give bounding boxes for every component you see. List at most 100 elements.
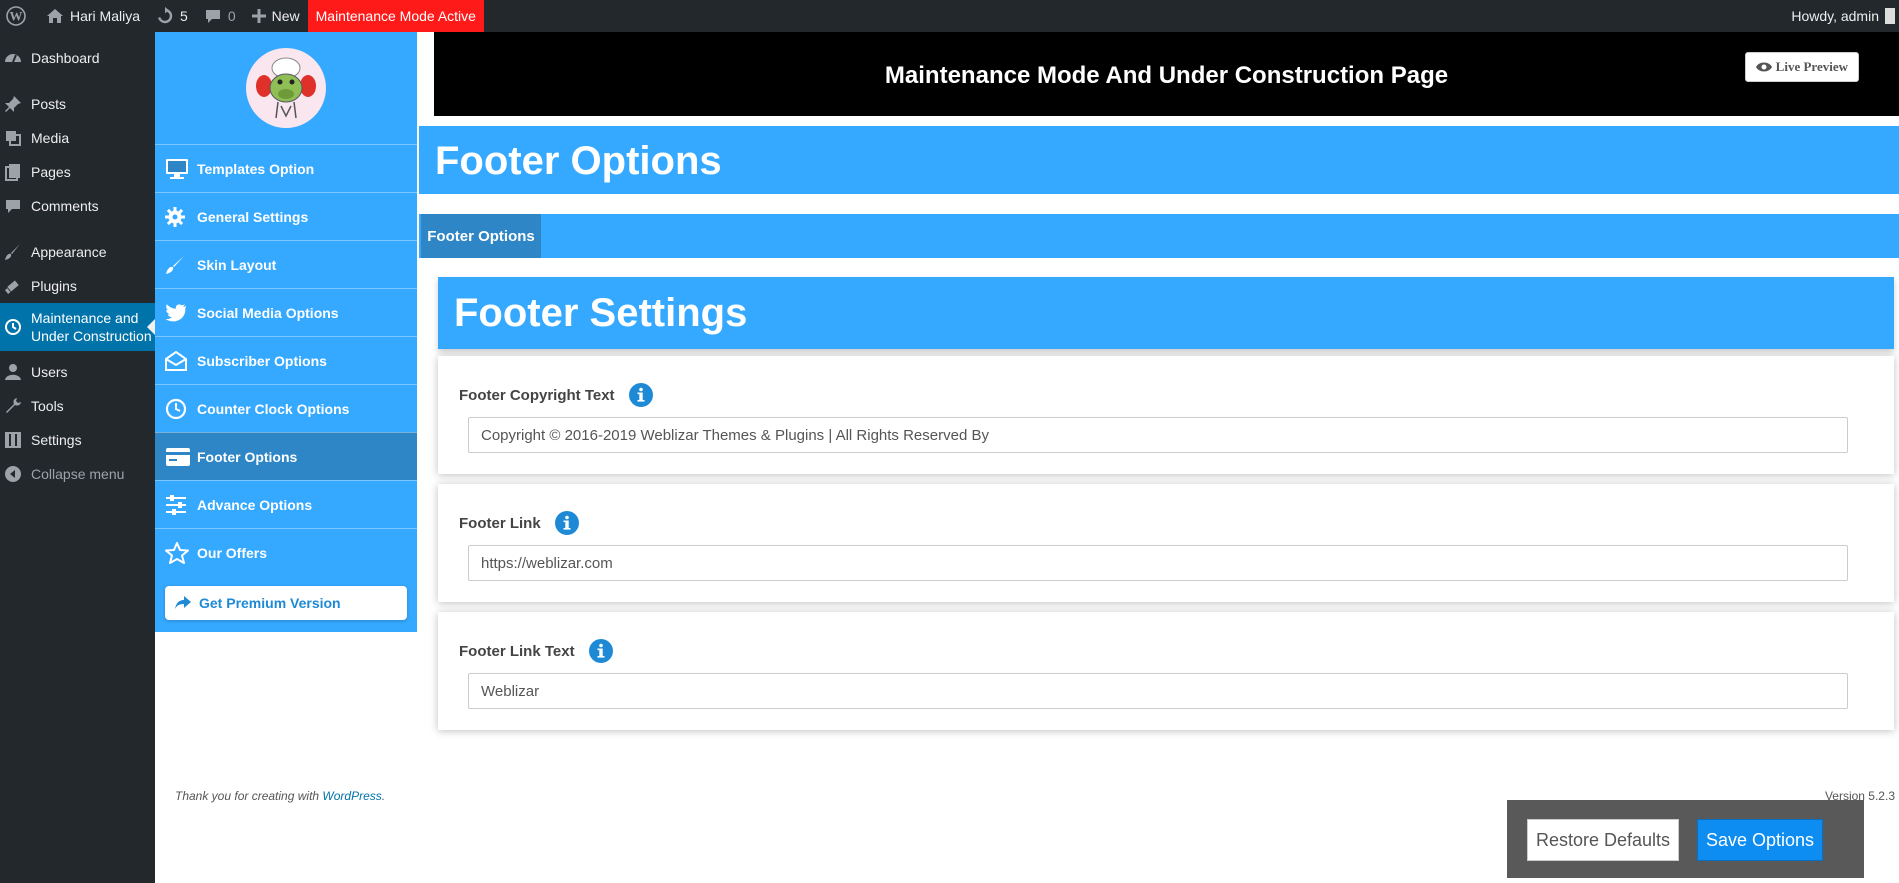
nav-general-settings[interactable]: General Settings [155,192,417,240]
comments-link[interactable]: 0 [196,0,244,32]
menu-plugins[interactable]: Plugins [0,269,155,303]
save-options-button[interactable]: Save Options [1697,819,1823,861]
nav-general-settings-label: General Settings [197,208,309,225]
brush-icon [165,255,185,275]
admin-menu: Dashboard Posts Media Pages Comments App… [0,32,155,883]
get-premium-button[interactable]: Get Premium Version [165,586,407,620]
wordpress-logo-button[interactable]: W [0,0,38,32]
menu-media[interactable]: Media [0,121,155,155]
nav-templates-option-label: Templates Option [197,160,315,177]
footer-link-input[interactable] [468,545,1848,581]
action-bar: Restore Defaults Save Options [1507,800,1864,878]
plugin-header: Maintenance Mode And Under Construction … [434,32,1899,116]
wordpress-link[interactable]: WordPress [322,789,381,803]
nav-footer-options[interactable]: Footer Options [155,432,417,480]
updates-link[interactable]: 5 [148,0,196,32]
footer-link-text-card: Footer Link Text [438,612,1894,730]
page-title: Footer Options [435,139,722,183]
copyright-input[interactable] [468,417,1848,453]
new-label: New [271,8,300,24]
menu-dashboard[interactable]: Dashboard [0,41,155,75]
credit-card-icon [165,447,191,467]
menu-tools-label: Tools [31,398,64,414]
user-account-menu[interactable]: Howdy, admin [1791,0,1899,32]
nav-subscriber-options[interactable]: Subscriber Options [155,336,417,384]
menu-comments[interactable]: Comments [0,189,155,223]
menu-pages[interactable]: Pages [0,155,155,189]
nav-advance-options[interactable]: Advance Options [155,480,417,528]
howdy-text: Howdy, admin [1791,8,1879,24]
nav-counter-clock-options[interactable]: Counter Clock Options [155,384,417,432]
tab-bar: Footer Options [419,214,1899,258]
footer-link-card: Footer Link [438,484,1894,602]
nav-social-media-options[interactable]: Social Media Options [155,288,417,336]
admin-bar: W Hari Maliya 5 0 New Maintenance Mode A… [0,0,1899,32]
wordpress-logo-icon: W [6,6,32,26]
clock-icon [165,398,187,420]
paintbrush-icon [4,243,22,261]
menu-maintenance-line2: Under Construction [31,328,152,344]
comments-count: 0 [227,8,236,24]
footer-link-text-label-text: Footer Link Text [459,642,575,660]
footer-thanks-suffix: . [381,789,386,803]
new-content-link[interactable]: New [244,0,308,32]
svg-text:W: W [10,9,23,24]
plugin-logo-area [155,32,417,144]
wp-footer-thanks: Thank you for creating with WordPress. [175,789,385,803]
nav-social-media-options-label: Social Media Options [197,304,339,321]
live-preview-button[interactable]: Live Preview [1744,52,1859,82]
plus-icon [251,9,272,23]
gear-icon [165,206,185,227]
menu-tools[interactable]: Tools [0,389,155,423]
tab-footer-options[interactable]: Footer Options [421,214,541,258]
footer-link-label-text: Footer Link [459,514,541,532]
star-icon [165,541,189,564]
live-preview-label: Live Preview [1775,59,1848,74]
info-icon[interactable] [615,383,653,407]
nav-our-offers[interactable]: Our Offers [155,528,417,576]
menu-maintenance-label: Maintenance and Under Construction [31,309,152,345]
plugin-nav: Templates Option General Settings Skin L… [155,144,417,576]
menu-posts[interactable]: Posts [0,87,155,121]
footer-link-text-input[interactable] [468,673,1848,709]
updates-count: 5 [180,8,188,24]
comments-icon [4,197,22,215]
nav-advance-options-label: Advance Options [197,496,313,513]
info-icon[interactable] [541,511,579,535]
info-icon[interactable] [575,639,613,663]
plug-icon [4,277,22,295]
comment-icon [204,7,228,25]
copyright-label-text: Footer Copyright Text [459,386,615,404]
user-icon [4,363,22,381]
get-premium-label: Get Premium Version [199,595,341,611]
menu-dashboard-label: Dashboard [31,50,100,66]
menu-maintenance[interactable]: Maintenance and Under Construction [0,303,155,351]
sliders-icon [165,494,187,515]
nav-counter-clock-options-label: Counter Clock Options [197,400,350,417]
menu-users[interactable]: Users [0,355,155,389]
site-name-link[interactable]: Hari Maliya [38,0,148,32]
footer-link-text-label: Footer Link Text [459,639,613,663]
menu-media-label: Media [31,130,70,146]
menu-settings[interactable]: Settings [0,423,155,457]
twitter-icon [165,303,187,322]
plugin-header-title: Maintenance Mode And Under Construction … [884,62,1449,89]
nav-footer-options-label: Footer Options [197,448,298,465]
collapse-menu-button[interactable]: Collapse menu [0,457,155,491]
monitor-icon [165,158,189,180]
menu-appearance[interactable]: Appearance [0,235,155,269]
maintenance-mode-badge[interactable]: Maintenance Mode Active [307,0,484,32]
footer-link-label: Footer Link [459,511,579,535]
avatar [1885,8,1895,24]
dashboard-icon [4,49,22,67]
pushpin-icon [4,95,22,113]
restore-defaults-button[interactable]: Restore Defaults [1527,819,1679,861]
copyright-label: Footer Copyright Text [459,383,653,407]
wrench-icon [4,397,22,415]
nav-skin-layout[interactable]: Skin Layout [155,240,417,288]
settings-title: Footer Settings [454,291,748,335]
plugin-logo [246,48,326,128]
site-name: Hari Maliya [70,8,141,24]
nav-templates-option[interactable]: Templates Option [155,144,417,192]
menu-users-label: Users [31,364,68,380]
